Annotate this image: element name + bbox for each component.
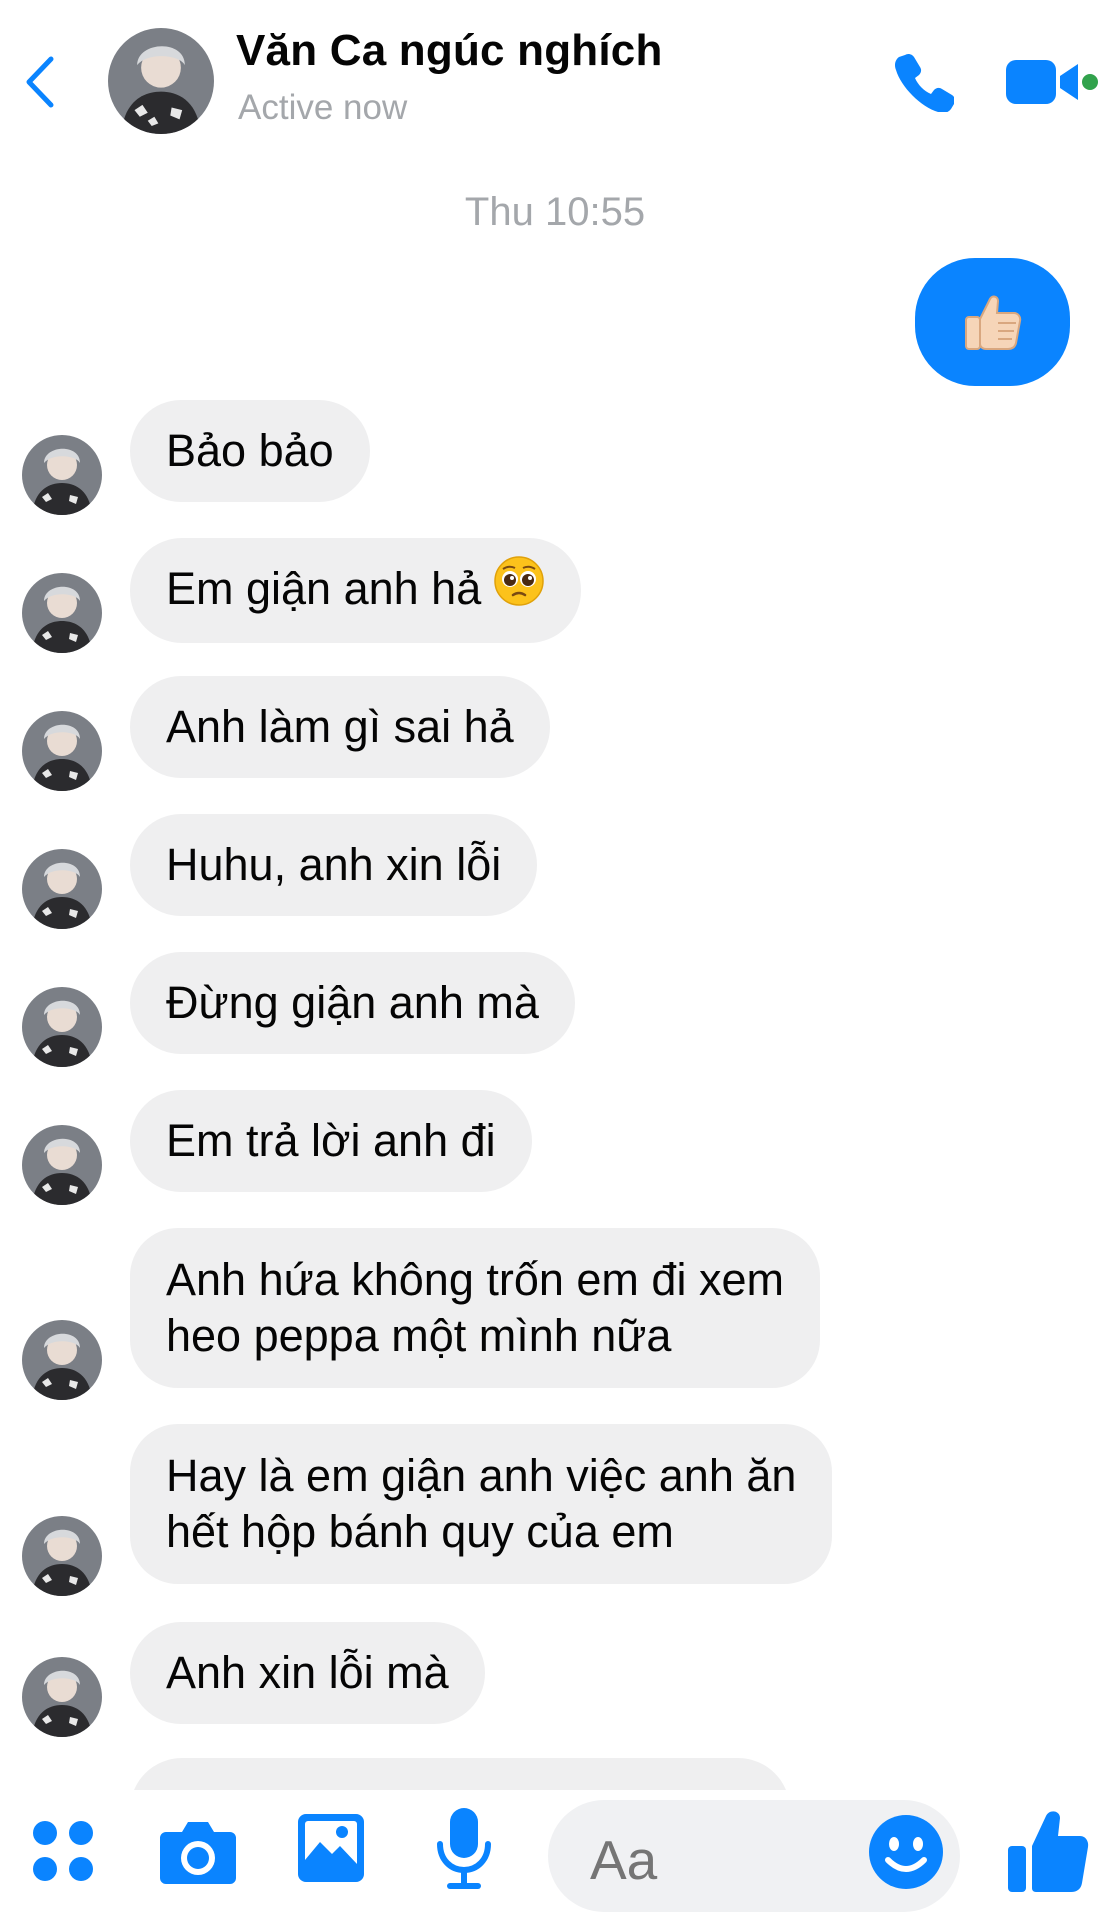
message-text: Anh xin lỗi mà [166,1647,449,1698]
sender-avatar[interactable] [22,711,102,791]
camera-button[interactable] [158,1810,238,1895]
sender-avatar[interactable] [22,1516,102,1596]
back-button[interactable] [18,52,62,112]
message-text: Em giận anh hả [166,563,482,614]
message-input[interactable] [590,1828,850,1892]
contact-avatar[interactable] [108,28,214,134]
video-call-button[interactable] [1004,54,1100,110]
message-text: Em trả lời anh đi [166,1115,496,1166]
message-bubble[interactable]: Anh hứa không trốn em đi xem heo peppa m… [130,1228,820,1388]
message-text-line: hết hộp bánh quy của em [166,1506,674,1557]
outgoing-like-message[interactable] [915,258,1070,386]
sender-avatar[interactable] [22,1125,102,1205]
microphone-button[interactable] [434,1806,494,1897]
message-text: Anh làm gì sai hả [166,701,514,752]
message-bubble[interactable]: Bảo bảo [130,400,370,502]
message-text-line: heo peppa một mình nữa [166,1310,672,1361]
chevron-left-icon [26,56,54,108]
message-text: Đừng giận anh mà [166,977,539,1028]
phone-icon [895,53,956,113]
emoji-icon [869,1815,943,1889]
pleading-face-emoji-icon [493,555,545,621]
emoji-button[interactable] [866,1812,946,1892]
thumbs-up-icon [1008,1811,1089,1892]
chat-header: Văn Ca ngúc nghích Active now [0,0,1110,160]
message-bubble[interactable]: Anh làm gì sai hả [130,676,550,778]
apps-grid-icon [33,1821,93,1881]
sender-avatar[interactable] [22,435,102,515]
call-button[interactable] [892,50,956,113]
sender-avatar[interactable] [22,1320,102,1400]
send-like-button[interactable] [1006,1806,1090,1896]
message-bubble[interactable]: Em trả lời anh đi [130,1090,532,1192]
message-bubble[interactable]: Đừng giận anh mà [130,952,575,1054]
message-bubble[interactable]: Em giận anh hả [130,538,582,644]
camera-icon [160,1822,236,1884]
message-timestamp: Thu 10:55 [464,190,646,234]
gallery-button[interactable] [296,1810,366,1891]
sender-avatar[interactable] [22,849,102,929]
active-status: Active now [238,88,408,127]
message-bubble[interactable]: Hay là em giận anh việc anh ăn hết hộp b… [130,1424,833,1584]
video-camera-icon [1006,60,1098,104]
message-bubble[interactable]: Huhu, anh xin lỗi [130,814,538,916]
contact-name[interactable]: Văn Ca ngúc nghích [236,26,663,76]
message-text-line: Hay là em giận anh việc anh ăn [166,1450,797,1501]
sender-avatar[interactable] [22,987,102,1067]
sender-avatar[interactable] [22,573,102,653]
message-text-line: Anh hứa không trốn em đi xem [166,1254,784,1305]
message-text: Huhu, anh xin lỗi [166,839,502,890]
message-bubble[interactable]: Anh xin lỗi mà [130,1622,485,1724]
apps-grid-button[interactable] [30,1818,96,1889]
microphone-icon [437,1808,491,1889]
gallery-icon [298,1814,364,1882]
sender-avatar[interactable] [22,1657,102,1737]
thumbs-up-emoji-icon [964,295,1021,350]
message-text: Bảo bảo [166,425,334,476]
